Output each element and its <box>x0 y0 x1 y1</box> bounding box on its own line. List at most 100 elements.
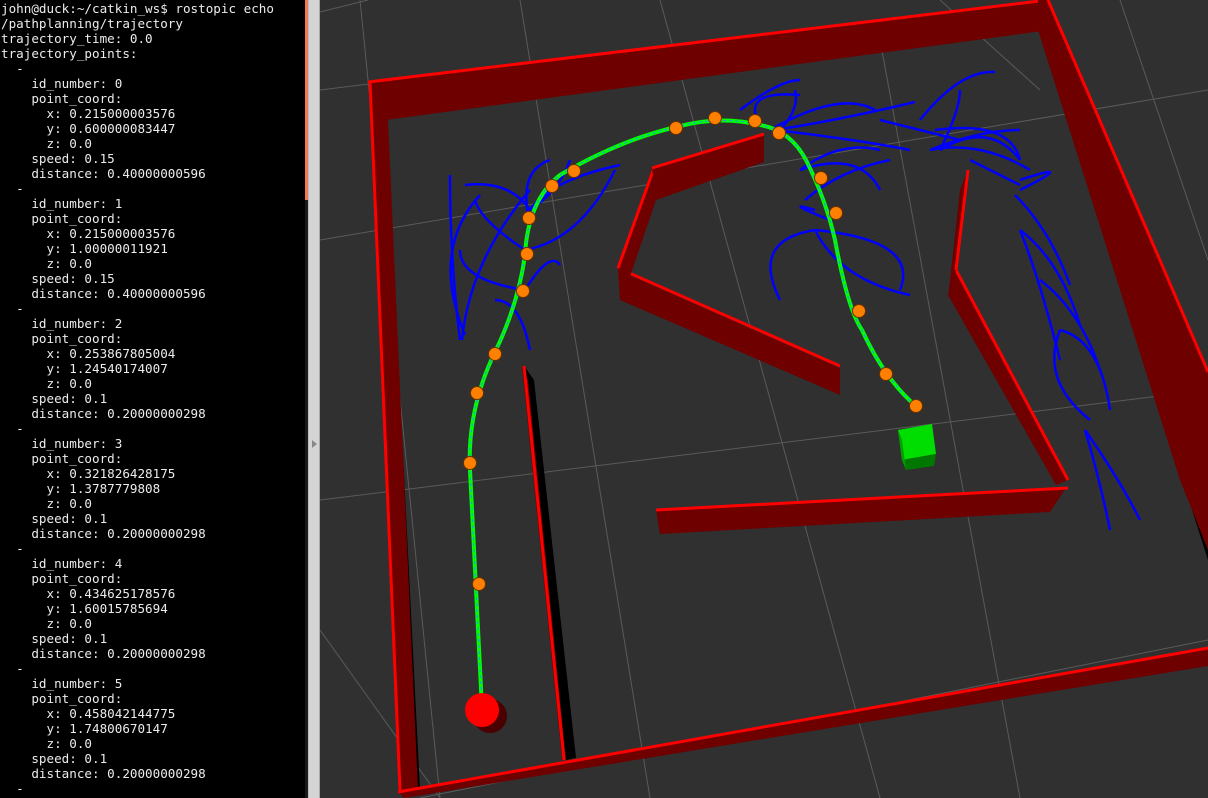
terminal-line: y: 1.24540174007 <box>1 361 168 376</box>
terminal-line: y: 1.74800670147 <box>1 721 168 736</box>
orange-sphere-icon <box>772 126 786 140</box>
terminal-line: distance: 0.20000000298 <box>1 406 206 421</box>
terminal-line: speed: 0.1 <box>1 631 108 646</box>
terminal-line: distance: 0.20000000298 <box>1 766 206 781</box>
wall-inner-mid-top-edge <box>617 266 841 368</box>
candidate-path <box>769 102 876 132</box>
candidate-path <box>1019 170 1052 192</box>
rviz-3d-viewport[interactable] <box>320 0 1208 798</box>
candidate-path <box>814 228 905 291</box>
candidate-path <box>777 89 798 133</box>
orange-sphere-icon <box>909 399 923 413</box>
red-sphere-icon <box>465 693 499 727</box>
terminal-line: speed: 0.1 <box>1 751 108 766</box>
terminal-line: trajectory_time: 0.0 <box>1 31 153 46</box>
orange-sphere-icon <box>567 164 581 178</box>
wall-inner-mid-face <box>618 270 840 395</box>
terminal-line: x: 0.434625178576 <box>1 586 176 601</box>
terminal-line: id_number: 4 <box>1 556 123 571</box>
terminal-line: - <box>1 301 24 316</box>
orange-sphere-icon <box>852 304 866 318</box>
terminal-line: y: 0.600000083447 <box>1 121 176 136</box>
terminal-line: z: 0.0 <box>1 256 92 271</box>
terminal-line: x: 0.215000003576 <box>1 226 176 241</box>
wall-inner-right-top-edge <box>954 269 1070 481</box>
orange-sphere-icon <box>748 114 762 128</box>
terminal-line: /pathplanning/trajectory <box>1 16 183 31</box>
terminal-line: john@duck:~/catkin_ws$ rostopic echo <box>1 1 274 16</box>
terminal-line: distance: 0.20000000298 <box>1 646 206 661</box>
wall-inner-left-top-edge <box>522 365 566 761</box>
orange-sphere-icon <box>488 347 502 361</box>
terminal-line: id_number: 2 <box>1 316 123 331</box>
candidate-paths <box>448 70 1142 531</box>
terminal-line: z: 0.0 <box>1 496 92 511</box>
terminal-line: speed: 0.15 <box>1 271 115 286</box>
terminal-line: x: 0.458042144775 <box>1 706 176 721</box>
terminal-line: y: 1.3787779808 <box>1 481 161 496</box>
terminal-line: id_number: 5 <box>1 676 123 691</box>
orange-sphere-icon <box>472 577 486 591</box>
terminal-line: z: 0.0 <box>1 616 92 631</box>
terminal-line: id_number: 0 <box>1 76 123 91</box>
panel-splitter[interactable] <box>308 0 320 798</box>
terminal-line: x: 0.321826428175 <box>1 466 176 481</box>
scene-canvas[interactable] <box>320 0 1208 798</box>
terminal-line: z: 0.0 <box>1 736 92 751</box>
wall-inner-bottom-face <box>656 488 1066 534</box>
terminal-line: trajectory_points: <box>1 46 138 61</box>
wall-inner-top-face <box>652 134 764 200</box>
orange-sphere-icon <box>814 171 828 185</box>
candidate-path <box>473 199 526 252</box>
terminal-line: point_coord: <box>1 211 123 226</box>
collapse-arrow-icon[interactable] <box>312 440 317 448</box>
terminal-window[interactable]: john@duck:~/catkin_ws$ rostopic echo/pat… <box>0 0 305 798</box>
wall-east-face <box>1038 0 1208 550</box>
candidate-path <box>769 228 816 301</box>
terminal-output: john@duck:~/catkin_ws$ rostopic echo/pat… <box>1 1 274 796</box>
grid-line <box>519 0 651 798</box>
terminal-line: - <box>1 661 24 676</box>
candidate-path <box>458 249 526 292</box>
terminal-line: point_coord: <box>1 571 123 586</box>
candidate-path <box>1083 429 1112 531</box>
orange-sphere-icon <box>708 111 722 125</box>
terminal-line: id_number: 1 <box>1 196 123 211</box>
candidate-path <box>969 158 1021 187</box>
terminal-line: - <box>1 781 24 796</box>
terminal-line: z: 0.0 <box>1 136 92 151</box>
wall-inner-right-face <box>948 270 1068 485</box>
candidate-path <box>919 70 996 121</box>
terminal-line: x: 0.253867805004 <box>1 346 176 361</box>
terminal-line: speed: 0.15 <box>1 151 115 166</box>
terminal-line: speed: 0.1 <box>1 511 108 526</box>
terminal-line: - <box>1 541 24 556</box>
grid-line <box>320 629 441 798</box>
terminal-line: point_coord: <box>1 451 123 466</box>
orange-sphere-icon <box>669 121 683 135</box>
candidate-path <box>524 169 617 252</box>
orange-sphere-icon <box>879 367 893 381</box>
terminal-line: point_coord: <box>1 331 123 346</box>
terminal-line: id_number: 3 <box>1 436 123 451</box>
orange-sphere-icon <box>829 206 843 220</box>
grid-line <box>659 0 881 798</box>
wall-east-top-edge <box>1046 0 1208 373</box>
terminal-line: distance: 0.20000000298 <box>1 526 206 541</box>
orange-sphere-icon <box>470 386 484 400</box>
terminal-line: point_coord: <box>1 91 123 106</box>
candidate-path <box>1039 279 1102 371</box>
terminal-line: point_coord: <box>1 691 123 706</box>
terminal-line: x: 0.215000003576 <box>1 106 176 121</box>
start-marker <box>465 693 507 733</box>
candidate-path <box>813 229 911 297</box>
orange-sphere-icon <box>545 179 559 193</box>
goal-marker <box>898 424 936 470</box>
terminal-line: y: 1.00000011921 <box>1 241 168 256</box>
terminal-line: z: 0.0 <box>1 376 92 391</box>
candidate-path <box>523 259 562 291</box>
terminal-line: distance: 0.40000000596 <box>1 166 206 181</box>
orange-sphere-icon <box>520 247 534 261</box>
terminal-line: - <box>1 181 24 196</box>
terminal-line: y: 1.60015785694 <box>1 601 168 616</box>
